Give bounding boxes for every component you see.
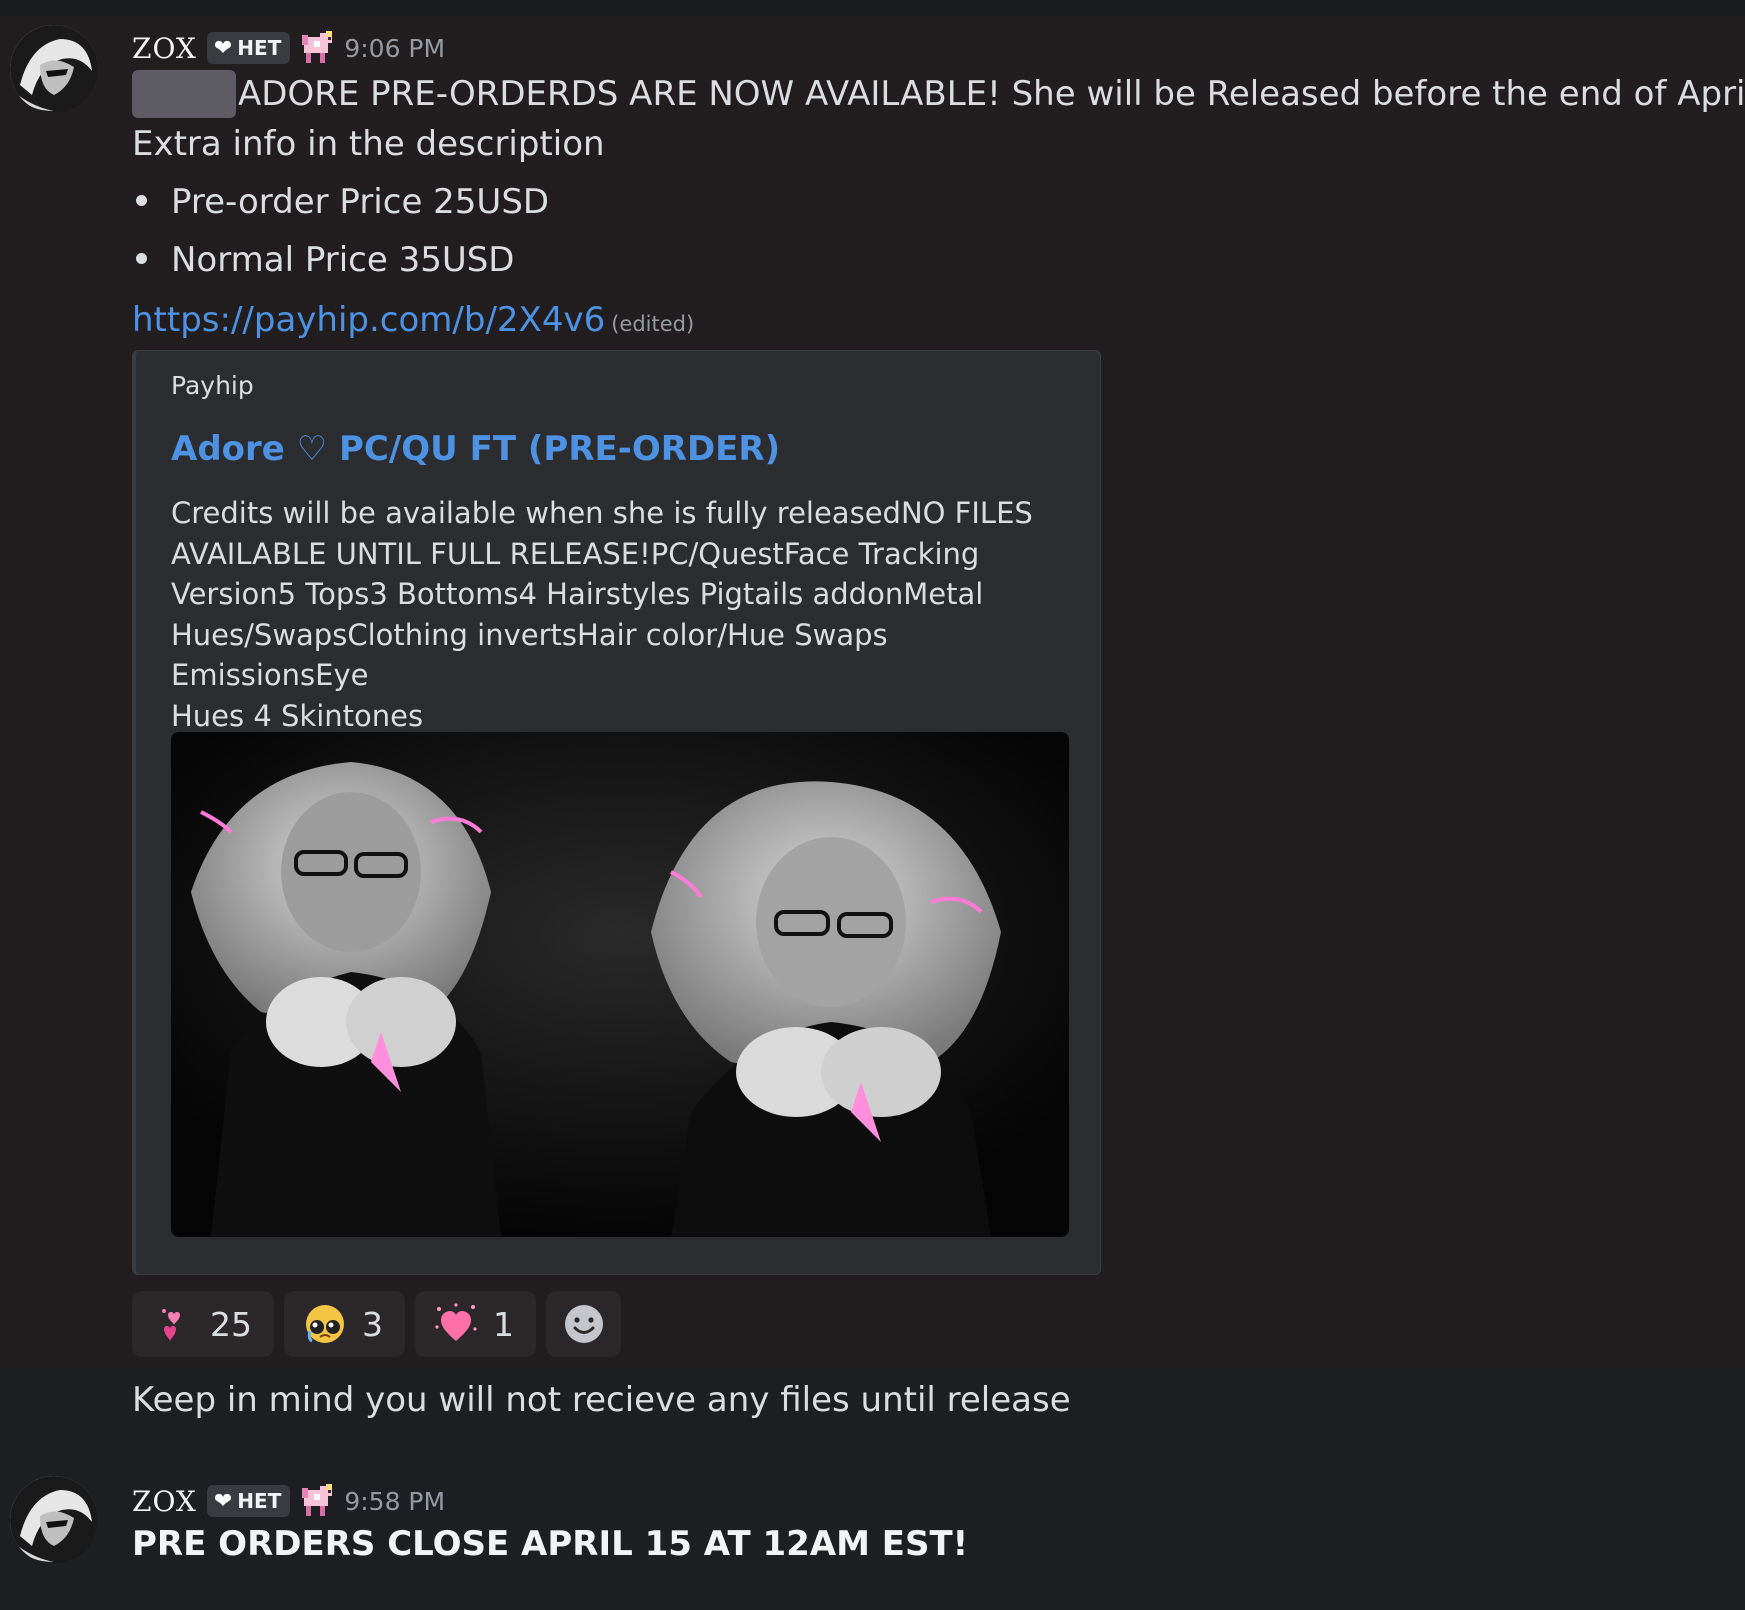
message-header: ZOX ❤ HET 9:58 PM <box>132 1483 445 1519</box>
avatar[interactable] <box>10 25 98 113</box>
payhip-link[interactable]: https://payhip.com/b/2X4v6 <box>132 300 605 340</box>
embed-description-line: Hues/SwapsClothing invertsHair color/Hue… <box>171 617 888 693</box>
reaction-pink-hearts[interactable]: 25 <box>132 1291 274 1357</box>
username[interactable]: ZOX <box>132 1485 197 1518</box>
embed-description-line: Hues 4 Skintones <box>171 698 424 733</box>
message-text: Keep in mind you will not recieve any fi… <box>132 1380 1071 1420</box>
guild-tag-label: HET <box>237 36 282 60</box>
embed-description-line: Credits will be available when she is fu… <box>171 496 1033 530</box>
message-line-1: ADORE PRE-ORDERDS ARE NOW AVAILABLE! She… <box>132 70 1745 118</box>
bullet-icon <box>136 195 147 206</box>
list-item: Normal Price 35USD <box>136 236 515 284</box>
heart-icon: ❤ <box>213 35 233 61</box>
pixel-pony-badge-icon[interactable] <box>300 1484 338 1518</box>
top-strip <box>0 0 1745 16</box>
guild-tag-label: HET <box>237 1489 282 1513</box>
reaction-sparkle-heart[interactable]: 1 <box>415 1291 536 1357</box>
reaction-crying-face[interactable]: 3 <box>284 1291 405 1357</box>
message-line-2: Extra info in the description <box>132 124 605 164</box>
embed-title[interactable]: Adore ♡ PC/QU FT (PRE-ORDER) <box>171 429 780 469</box>
sparkle-heart-icon <box>435 1303 477 1341</box>
list-item: Pre-order Price 25USD <box>136 178 549 226</box>
avatar[interactable] <box>10 1476 98 1564</box>
add-reaction-icon <box>564 1305 603 1343</box>
list-item-text: Normal Price 35USD <box>171 240 515 280</box>
message-text: PRE ORDERS CLOSE APRIL 15 AT 12AM EST! <box>132 1524 969 1564</box>
heart-icon: ❤ <box>213 1488 233 1514</box>
announcement-text: ADORE PRE-ORDERDS ARE NOW AVAILABLE! She… <box>238 74 1745 114</box>
embed-description-line: AVAILABLE UNTIL FULL RELEASE!PC/QuestFac… <box>171 536 980 571</box>
avatar-preview-image[interactable] <box>171 732 1069 1237</box>
reaction-count: 25 <box>210 1304 252 1344</box>
add-reaction-button[interactable] <box>546 1291 621 1357</box>
reaction-count: 1 <box>493 1304 514 1344</box>
guild-tag[interactable]: ❤ HET <box>206 32 291 64</box>
link-line: https://payhip.com/b/2X4v6 (edited) <box>132 296 694 348</box>
embed-description: Credits will be available when she is fu… <box>171 493 1071 736</box>
username[interactable]: ZOX <box>132 32 197 65</box>
guild-tag[interactable]: ❤ HET <box>206 1485 291 1517</box>
crying-face-icon <box>306 1305 344 1343</box>
embed-provider[interactable]: Payhip <box>171 371 254 400</box>
pixel-pony-badge-icon[interactable] <box>300 31 338 65</box>
mention-redacted[interactable] <box>132 70 236 118</box>
link-embed: Payhip Adore ♡ PC/QU FT (PRE-ORDER) Cred… <box>132 350 1101 1275</box>
reaction-count: 3 <box>362 1304 383 1344</box>
timestamp[interactable]: 9:58 PM <box>344 1487 445 1516</box>
embed-description-line: Version5 Tops3 Bottoms4 Hairstyles Pigta… <box>171 577 984 611</box>
edited-label: (edited) <box>611 312 695 336</box>
timestamp[interactable]: 9:06 PM <box>344 34 445 63</box>
pink-hearts-icon <box>162 1309 180 1341</box>
reactions-bar: 25 3 1 <box>132 1291 621 1357</box>
message-header: ZOX ❤ HET 9:06 PM <box>132 30 445 66</box>
list-item-text: Pre-order Price 25USD <box>171 182 550 222</box>
bullet-icon <box>136 253 147 264</box>
